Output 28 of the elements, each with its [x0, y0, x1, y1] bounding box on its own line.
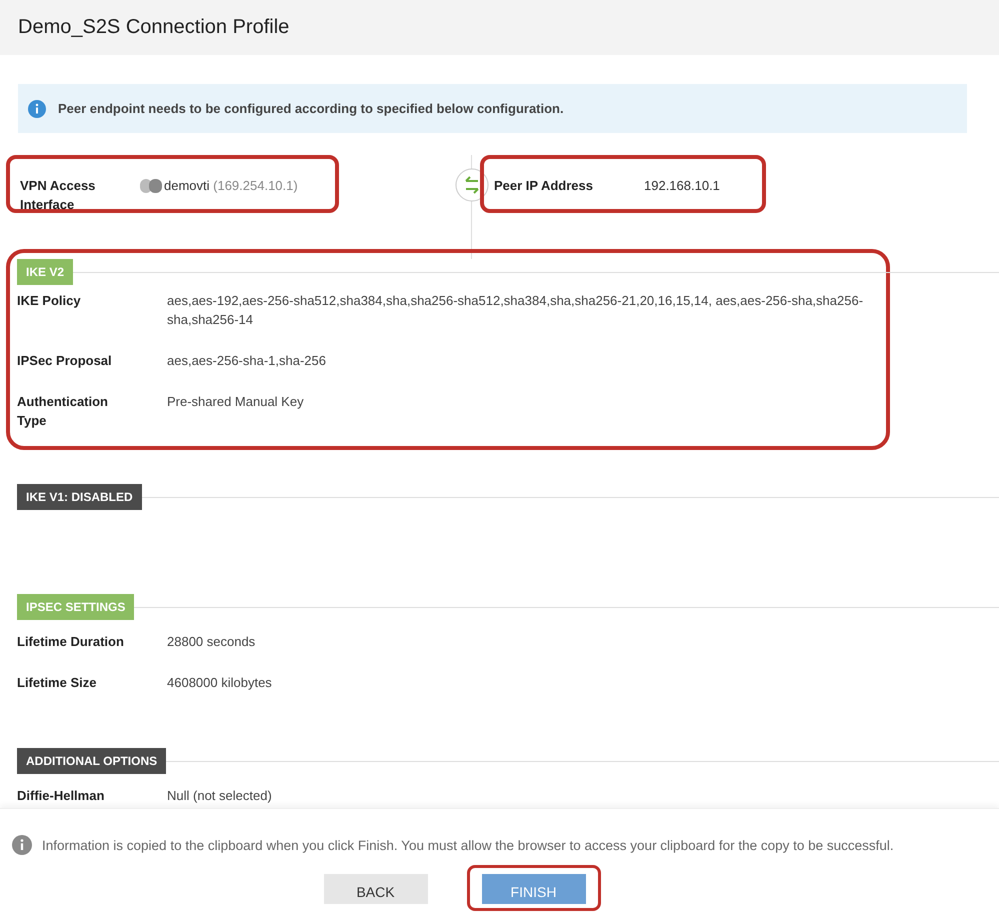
interface-value: demovti (169.254.10.1) [164, 177, 298, 195]
interface-icon [140, 179, 162, 193]
section-badge: IKE V1: DISABLED [17, 484, 142, 510]
field-label: Peer IP Address [494, 177, 594, 195]
field-value: 28800 seconds [167, 633, 256, 651]
clipboard-note: Information is copied to the clipboard when you click Finish. You must allow the browser to access your clipboard for the copy to be successful. [42, 838, 894, 852]
field-label: Diffie-Hellman [17, 787, 106, 805]
section-badge: IPSEC SETTINGS [17, 594, 134, 620]
field-value: Pre-shared Manual Key [167, 393, 305, 411]
field-value: 192.168.10.1 [644, 177, 720, 195]
dialog-title: Demo_S2S Connection Profile [18, 16, 290, 39]
section-badge: IKE V2 [17, 259, 74, 285]
field-value: aes,aes-256-sha-1,sha-256 [167, 352, 327, 370]
field-value: Null (not selected) [167, 787, 273, 805]
field-label: IKE Policy [17, 292, 82, 310]
swap-arrows-icon [455, 168, 489, 202]
field-value: aes,aes-192,aes-256-sha512,sha384,sha,sha256-sha512,sha384,sha,sha256-21,20,16,15,14, aes,aes-256-sha,sha256-sha,sha256-14 [167, 292, 864, 329]
field-label: VPN Access Interface [20, 177, 96, 214]
field-label: Lifetime Duration [17, 633, 125, 651]
field-label: Authentication Type [17, 393, 109, 430]
field-label: IPSec Proposal [17, 352, 113, 370]
info-icon [12, 835, 32, 855]
field-label: Lifetime Size [17, 674, 98, 692]
back-button[interactable]: BACK [324, 874, 428, 904]
info-icon [28, 100, 46, 118]
section-badge: ADDITIONAL OPTIONS [17, 748, 166, 774]
field-value: 4608000 kilobytes [167, 674, 273, 692]
banner-text: Peer endpoint needs to be configured according to specified below configuration. [58, 101, 564, 116]
